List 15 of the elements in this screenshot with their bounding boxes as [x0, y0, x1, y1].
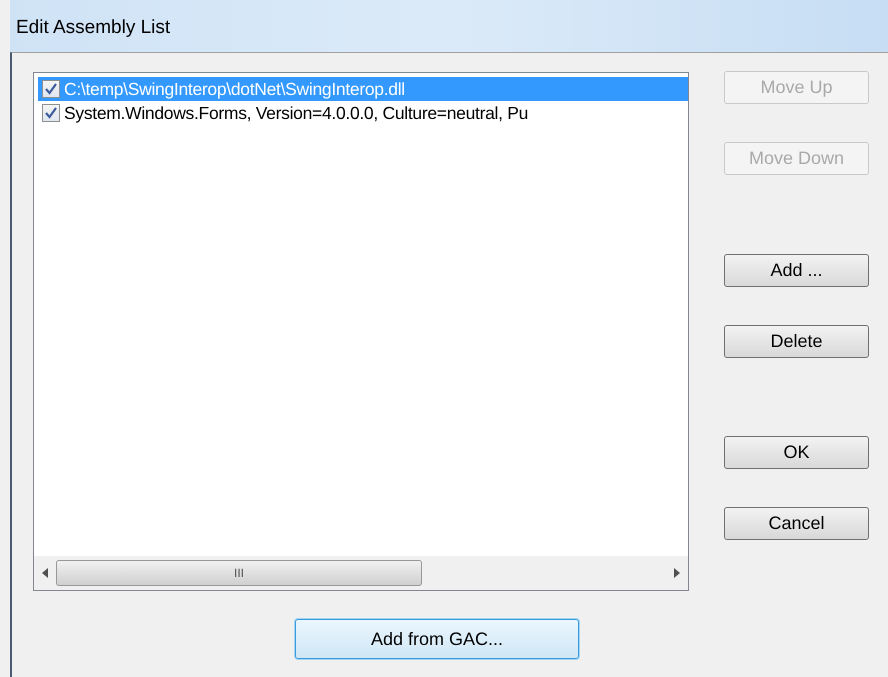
assembly-item[interactable]: System.Windows.Forms, Version=4.0.0.0, Culture=neutral, Pu: [38, 101, 688, 125]
checkmark-icon: [45, 83, 57, 95]
checkbox[interactable]: [42, 104, 60, 122]
scroll-left-icon[interactable]: [40, 567, 50, 579]
dialog-button[interactable]: OK: [724, 436, 869, 469]
scroll-right-icon[interactable]: [672, 567, 682, 579]
window-title: Edit Assembly List: [16, 16, 170, 40]
dialog-button[interactable]: Delete: [724, 325, 869, 358]
scrollbar-thumb[interactable]: III: [56, 560, 422, 586]
horizontal-scrollbar[interactable]: III: [34, 556, 688, 590]
checkbox[interactable]: [42, 80, 60, 98]
dialog-button[interactable]: Cancel: [724, 507, 869, 540]
add-from-gac-button[interactable]: Add from GAC...: [295, 619, 579, 659]
dialog-button[interactable]: Add ...: [724, 254, 869, 287]
checkmark-icon: [45, 107, 57, 119]
